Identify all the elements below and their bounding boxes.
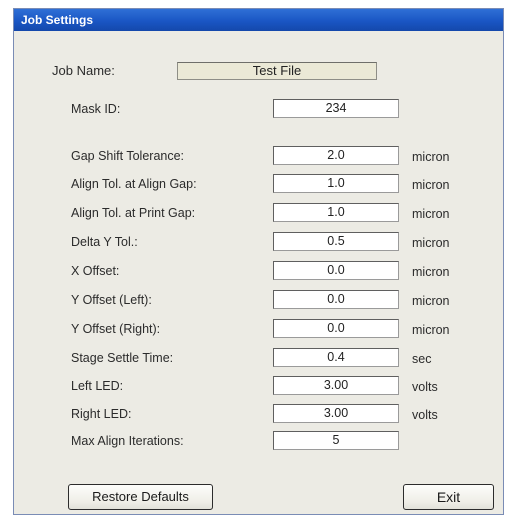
mask-id-label: Mask ID: — [71, 102, 121, 116]
mask-id-row: Mask ID: 234 — [14, 99, 503, 119]
right-led-label: Right LED: — [71, 407, 132, 421]
left-led-row: Left LED: 3.00 volts — [14, 376, 503, 396]
right-led-input[interactable]: 3.00 — [273, 404, 399, 423]
x-offset-row: X Offset: 0.0 micron — [14, 261, 503, 281]
exit-button[interactable]: Exit — [403, 484, 494, 510]
max-align-iterations-label: Max Align Iterations: — [71, 434, 184, 448]
delta-y-tol-row: Delta Y Tol.: 0.5 micron — [14, 232, 503, 252]
y-offset-left-input[interactable]: 0.0 — [273, 290, 399, 309]
left-led-label: Left LED: — [71, 379, 124, 393]
stage-settle-time-unit: sec — [412, 352, 432, 366]
align-tol-align-gap-row: Align Tol. at Align Gap: 1.0 micron — [14, 174, 503, 194]
max-align-iterations-input[interactable]: 5 — [273, 431, 399, 450]
y-offset-left-label: Y Offset (Left): — [71, 293, 152, 307]
stage-settle-time-label: Stage Settle Time: — [71, 351, 174, 365]
y-offset-right-unit: micron — [412, 323, 450, 337]
align-tol-print-gap-input[interactable]: 1.0 — [273, 203, 399, 222]
gap-shift-tolerance-input[interactable]: 2.0 — [273, 146, 399, 165]
align-tol-print-gap-label: Align Tol. at Print Gap: — [71, 206, 196, 220]
x-offset-input[interactable]: 0.0 — [273, 261, 399, 280]
job-name-field: Test File — [177, 62, 377, 80]
align-tol-align-gap-label: Align Tol. at Align Gap: — [71, 177, 197, 191]
gap-shift-tolerance-row: Gap Shift Tolerance: 2.0 micron — [14, 146, 503, 166]
delta-y-tol-unit: micron — [412, 236, 450, 250]
left-led-input[interactable]: 3.00 — [273, 376, 399, 395]
stage-settle-time-row: Stage Settle Time: 0.4 sec — [14, 348, 503, 368]
job-name-label: Job Name: — [52, 63, 115, 78]
gap-shift-tolerance-unit: micron — [412, 150, 450, 164]
y-offset-right-input[interactable]: 0.0 — [273, 319, 399, 338]
align-tol-print-gap-unit: micron — [412, 207, 450, 221]
align-tol-align-gap-unit: micron — [412, 178, 450, 192]
x-offset-unit: micron — [412, 265, 450, 279]
gap-shift-tolerance-label: Gap Shift Tolerance: — [71, 149, 185, 163]
y-offset-right-row: Y Offset (Right): 0.0 micron — [14, 319, 503, 339]
restore-defaults-button[interactable]: Restore Defaults — [68, 484, 213, 510]
y-offset-left-unit: micron — [412, 294, 450, 308]
window-title: Job Settings — [14, 9, 503, 31]
mask-id-input[interactable]: 234 — [273, 99, 399, 118]
left-led-unit: volts — [412, 380, 438, 394]
right-led-row: Right LED: 3.00 volts — [14, 404, 503, 424]
job-settings-window: Job Settings Job Name: Test File Mask ID… — [13, 8, 504, 515]
y-offset-left-row: Y Offset (Left): 0.0 micron — [14, 290, 503, 310]
align-tol-print-gap-row: Align Tol. at Print Gap: 1.0 micron — [14, 203, 503, 223]
x-offset-label: X Offset: — [71, 264, 120, 278]
y-offset-right-label: Y Offset (Right): — [71, 322, 161, 336]
max-align-iterations-row: Max Align Iterations: 5 — [14, 431, 503, 451]
delta-y-tol-label: Delta Y Tol.: — [71, 235, 138, 249]
delta-y-tol-input[interactable]: 0.5 — [273, 232, 399, 251]
stage-settle-time-input[interactable]: 0.4 — [273, 348, 399, 367]
align-tol-align-gap-input[interactable]: 1.0 — [273, 174, 399, 193]
right-led-unit: volts — [412, 408, 438, 422]
